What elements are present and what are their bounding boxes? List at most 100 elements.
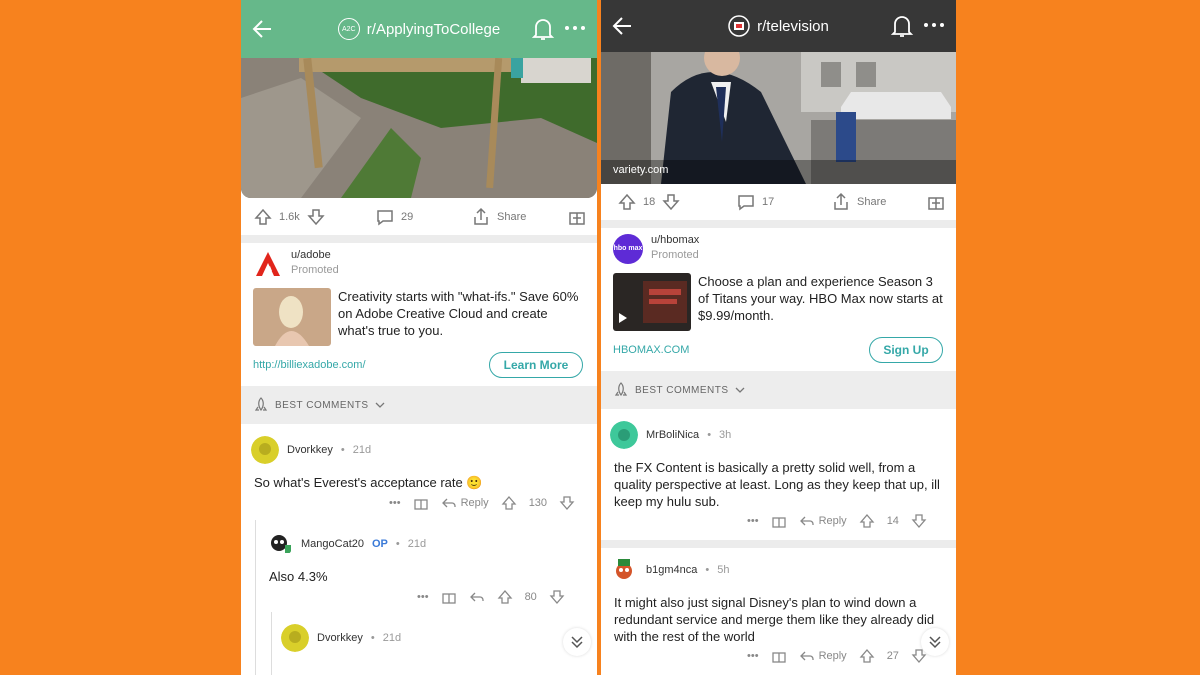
upvote-icon[interactable] — [859, 648, 875, 664]
avatar — [265, 530, 293, 558]
comment-author[interactable]: Dvorkkey • 21d — [251, 436, 371, 464]
ad-video-thumbnail[interactable] — [613, 273, 691, 331]
upvote-icon[interactable] — [617, 192, 637, 212]
promoted-label: Promoted — [651, 249, 699, 261]
comment-author[interactable]: MangoCat20 OP • 21d — [265, 530, 426, 558]
gift-icon[interactable] — [771, 648, 787, 664]
promoted-post[interactable]: hbo max u/hbomax Promoted Choose a plan … — [601, 228, 956, 370]
hbo-max-logo-icon: hbo max — [613, 234, 643, 264]
vote-count: 14 — [886, 515, 899, 527]
reply-button[interactable]: Reply — [441, 495, 489, 511]
username: Dvorkkey — [287, 444, 333, 456]
award-button[interactable] — [926, 192, 946, 212]
comment-sort[interactable]: BEST COMMENTS — [241, 386, 597, 424]
avatar — [251, 436, 279, 464]
thread-line — [255, 520, 256, 675]
more-options-icon[interactable] — [563, 18, 587, 38]
bell-icon[interactable] — [890, 13, 914, 39]
post-action-bar: 18 17 Share — [601, 184, 956, 220]
upvote-icon[interactable] — [497, 589, 513, 605]
comment-time: 21d — [382, 632, 402, 644]
subreddit-icon: A2C — [337, 18, 360, 40]
chevron-down-icon — [375, 402, 385, 408]
ad-text: Choose a plan and experience Season 3 of… — [698, 274, 943, 323]
post-action-bar: 1.6k 29 Share — [241, 199, 597, 235]
comment-text: the FX Content is basically a pretty sol… — [614, 460, 940, 509]
sign-up-button[interactable]: Sign Up — [869, 337, 943, 363]
next-comment-button[interactable] — [921, 628, 949, 656]
downvote-icon[interactable] — [306, 207, 326, 227]
reply-button[interactable]: Reply — [799, 513, 847, 529]
gift-icon[interactable] — [441, 589, 457, 605]
right-phone-screen: r/television variety.com 18 17 Share hbo… — [601, 0, 956, 675]
more-icon[interactable]: ••• — [417, 591, 429, 603]
vote-group: 1.6k — [253, 207, 326, 227]
comment-text: It might also just signal Disney's plan … — [614, 595, 935, 644]
comment-author[interactable]: b1gm4nca • 5h — [610, 556, 729, 584]
comments-button[interactable]: 29 — [375, 207, 413, 227]
ad-username[interactable]: u/adobe — [291, 249, 339, 261]
post-image[interactable] — [241, 58, 597, 198]
username: Dvorkkey — [317, 632, 363, 644]
reply-icon[interactable] — [469, 589, 485, 605]
top-bar: r/television — [601, 0, 956, 52]
share-button[interactable]: Share — [831, 192, 886, 212]
vote-count: 80 — [524, 591, 537, 603]
link-caption[interactable]: variety.com — [613, 164, 668, 176]
share-icon — [834, 192, 848, 210]
share-button[interactable]: Share — [471, 207, 526, 227]
divider — [601, 540, 956, 548]
upvote-icon[interactable] — [501, 495, 517, 511]
share-icon — [474, 207, 488, 225]
subreddit-name[interactable]: r/television — [757, 18, 829, 35]
award-button[interactable] — [567, 207, 587, 227]
more-options-icon[interactable] — [922, 15, 946, 35]
gift-icon[interactable] — [413, 495, 429, 511]
post-image[interactable]: variety.com — [601, 52, 956, 184]
comments-button[interactable]: 17 — [736, 192, 774, 212]
learn-more-button[interactable]: Learn More — [489, 352, 583, 378]
upvote-icon[interactable] — [859, 513, 875, 529]
avatar — [610, 421, 638, 449]
reply-icon — [799, 516, 814, 526]
downvote-icon[interactable] — [661, 192, 681, 212]
comment-time: 21d — [352, 444, 372, 456]
comment-time: 5h — [717, 564, 730, 576]
more-icon[interactable]: ••• — [389, 497, 401, 509]
double-chevron-down-icon — [929, 636, 941, 649]
more-icon[interactable]: ••• — [747, 650, 759, 662]
subreddit-name[interactable]: r/ApplyingToCollege — [367, 21, 500, 38]
comment-text: Also 4.3% — [269, 569, 328, 584]
more-icon[interactable]: ••• — [747, 515, 759, 527]
upvote-count: 18 — [643, 196, 656, 208]
vote-count: 130 — [528, 497, 548, 509]
ad-link[interactable]: HBOMAX.COM — [613, 344, 689, 356]
next-comment-button[interactable] — [563, 628, 591, 656]
comment-actions: ••• Reply 27 — [747, 648, 927, 664]
bell-icon[interactable] — [531, 16, 555, 42]
ad-text: Creativity starts with "what-ifs." Save … — [338, 289, 579, 338]
username: MangoCat20 — [301, 538, 364, 550]
ad-link[interactable]: http://billiexadobe.com/ — [253, 359, 366, 371]
divider — [601, 220, 956, 228]
comment-actions: ••• Reply 14 — [747, 513, 927, 529]
gift-icon[interactable] — [771, 513, 787, 529]
downvote-icon[interactable] — [559, 495, 575, 511]
comment-author[interactable]: MrBoliNica • 3h — [610, 421, 731, 449]
comment-actions: ••• 80 — [417, 589, 565, 605]
comment-author[interactable]: Dvorkkey • 21d — [281, 624, 401, 652]
ad-header: hbo max u/hbomax Promoted — [613, 234, 699, 264]
reply-button[interactable]: Reply — [799, 648, 847, 664]
downvote-icon[interactable] — [911, 513, 927, 529]
downvote-icon[interactable] — [549, 589, 565, 605]
sort-label: BEST COMMENTS — [275, 399, 369, 411]
comment-sort[interactable]: BEST COMMENTS — [601, 371, 956, 409]
vote-count: 27 — [886, 650, 899, 662]
ad-thumbnail[interactable] — [253, 288, 331, 346]
promoted-post[interactable]: u/adobe Promoted Creativity starts with … — [241, 243, 597, 385]
comment-text: So what's Everest's acceptance rate 🙂 — [254, 475, 483, 490]
sort-label: BEST COMMENTS — [635, 384, 729, 396]
upvote-icon[interactable] — [253, 207, 273, 227]
rocket-icon — [614, 382, 628, 397]
ad-username[interactable]: u/hbomax — [651, 234, 699, 246]
